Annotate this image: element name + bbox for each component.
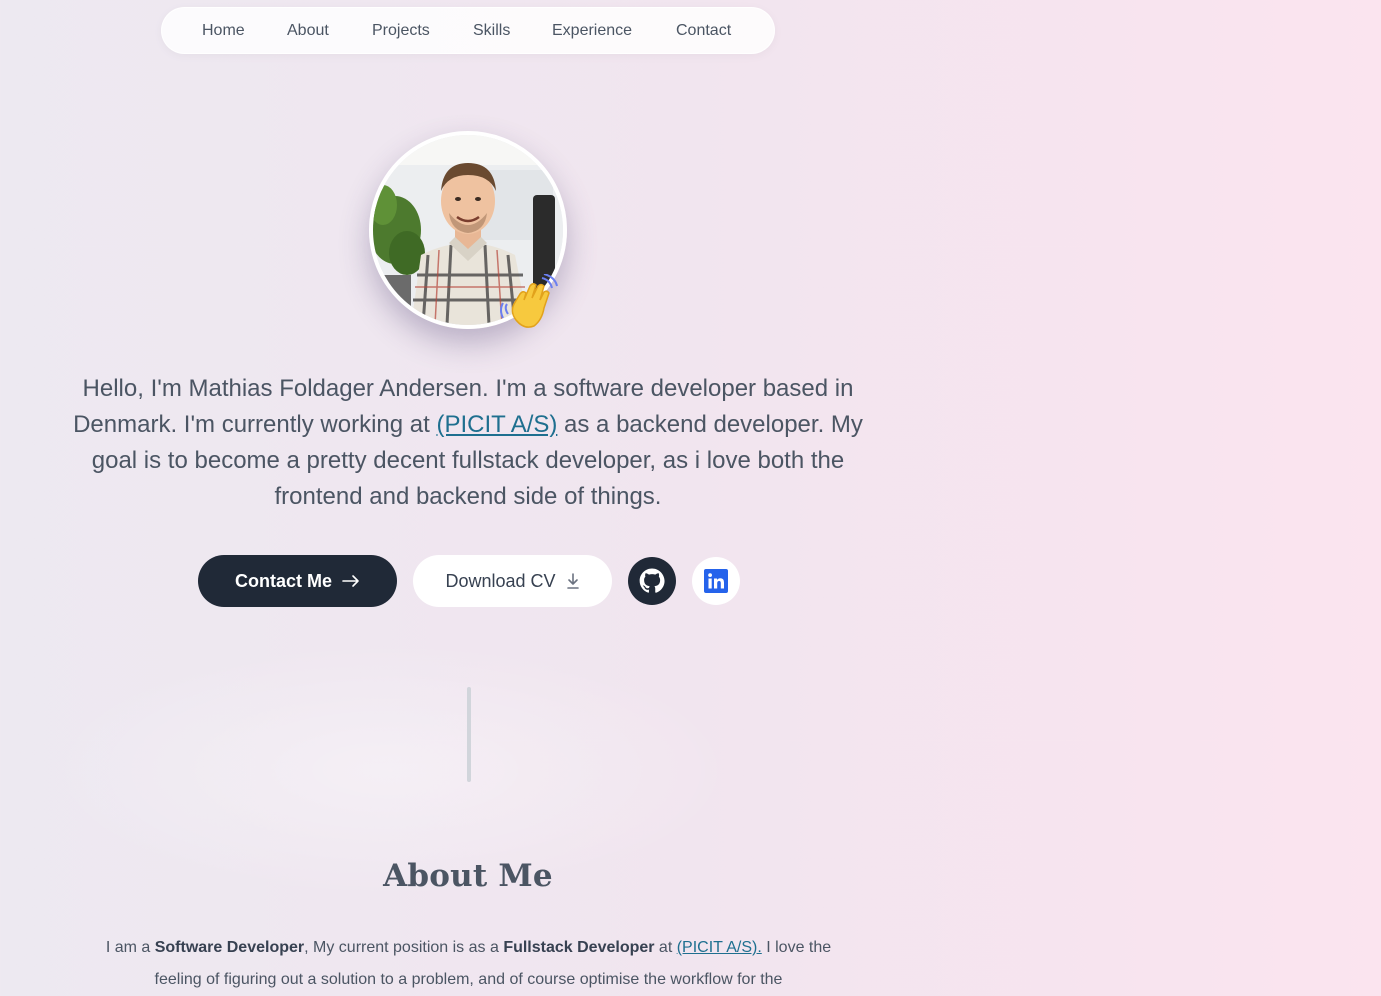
nav-item-skills[interactable]: Skills xyxy=(473,22,510,40)
about-heading: About Me xyxy=(383,858,553,894)
waving-hand-icon xyxy=(500,274,558,328)
nav-item-contact[interactable]: Contact xyxy=(676,22,731,40)
about-role-fullstack: Fullstack Developer xyxy=(503,939,655,956)
nav-item-projects[interactable]: Projects xyxy=(372,22,430,40)
nav-item-about[interactable]: About xyxy=(287,22,329,40)
linkedin-button[interactable] xyxy=(692,557,740,605)
github-icon xyxy=(639,568,665,593)
nav-item-experience[interactable]: Experience xyxy=(552,22,632,40)
download-cv-button[interactable]: Download CV xyxy=(413,555,612,607)
about-text-1: I am a xyxy=(105,939,155,956)
nav-item-home[interactable]: Home xyxy=(202,22,245,40)
contact-me-label: Contact Me xyxy=(234,570,332,591)
github-button[interactable] xyxy=(628,557,676,605)
intro-text: Hello, I'm Mathias Foldager Andersen. I'… xyxy=(62,371,874,515)
section-divider xyxy=(467,687,471,782)
download-icon xyxy=(566,573,579,589)
about-text-2: , My current position is as a xyxy=(304,939,504,956)
arrow-right-icon xyxy=(342,575,359,587)
about-text: I am a Software Developer, My current po… xyxy=(100,932,837,996)
top-navigation: Home About Projects Skills Experience Co… xyxy=(161,7,775,54)
download-cv-label: Download CV xyxy=(445,570,556,591)
about-text-3: at xyxy=(654,939,677,956)
about-company-link[interactable]: (PICIT A/S). xyxy=(677,939,762,956)
contact-me-button[interactable]: Contact Me xyxy=(198,555,397,607)
linkedin-icon xyxy=(704,569,728,593)
about-role-software: Software Developer xyxy=(154,939,305,956)
company-link[interactable]: (PICIT A/S) xyxy=(436,411,557,438)
